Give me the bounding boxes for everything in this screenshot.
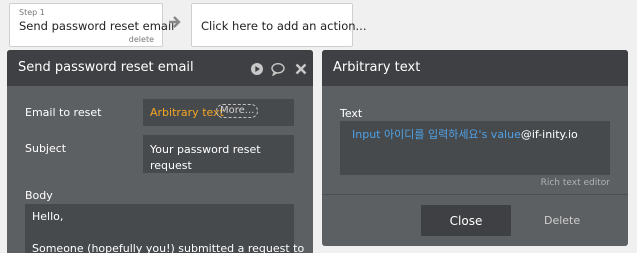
email-to-reset-label: Email to reset: [25, 106, 102, 119]
subject-value: Your password reset request: [150, 143, 261, 172]
text-label: Text: [340, 107, 363, 120]
delete-button[interactable]: Delete: [544, 214, 580, 227]
workflow-bar: Step 1 Send password reset email delete …: [0, 0, 637, 50]
more-button[interactable]: More...: [216, 104, 259, 118]
body-field[interactable]: Hello, Someone (hopefully you!) submitte…: [25, 204, 304, 253]
action-editor-panel: Send password reset email Email to reset…: [7, 50, 313, 253]
popup-title: Arbitrary text: [333, 60, 421, 75]
add-action-label: Click here to add an action...: [201, 19, 367, 33]
body-text-line: Hello,: [32, 210, 64, 223]
close-icon[interactable]: [294, 62, 308, 76]
arbitrary-text-popup: Arbitrary text Text Input 아이디를 입력하세요's v…: [322, 50, 628, 246]
play-icon[interactable]: [250, 62, 264, 76]
divider: [322, 194, 628, 195]
email-dynamic-value[interactable]: Arbitrary text: [150, 106, 224, 119]
panel-header: Send password reset email: [7, 50, 313, 86]
step-delete-link[interactable]: delete: [129, 35, 154, 44]
subject-field[interactable]: Your password reset request: [143, 135, 294, 173]
add-action-button[interactable]: Click here to add an action...: [191, 3, 367, 47]
rich-text-input[interactable]: Input 아이디를 입력하세요's value@if-inity.io: [340, 121, 610, 175]
static-text: @if-inity.io: [520, 128, 578, 141]
body-label: Body: [25, 189, 53, 202]
comment-icon[interactable]: [271, 62, 285, 76]
workflow-step-card[interactable]: Step 1 Send password reset email delete: [9, 3, 174, 47]
subject-label: Subject: [25, 142, 67, 155]
popup-header: Arbitrary text: [322, 50, 628, 86]
close-button[interactable]: Close: [421, 205, 511, 236]
arrow-right-icon: [169, 16, 181, 28]
step-number: Step 1: [19, 8, 45, 17]
panel-title: Send password reset email: [18, 60, 194, 75]
step-title: Send password reset email: [19, 19, 175, 33]
dynamic-expression[interactable]: Input 아이디를 입력하세요's value: [352, 128, 521, 141]
body-text-line: Someone (hopefully you!) submitted a req…: [32, 242, 305, 253]
rich-text-content: Input 아이디를 입력하세요's value@if-inity.io: [352, 126, 578, 142]
rich-text-editor-link[interactable]: Rich text editor: [541, 178, 610, 188]
email-to-reset-field[interactable]: Arbitrary text More...: [143, 99, 294, 126]
